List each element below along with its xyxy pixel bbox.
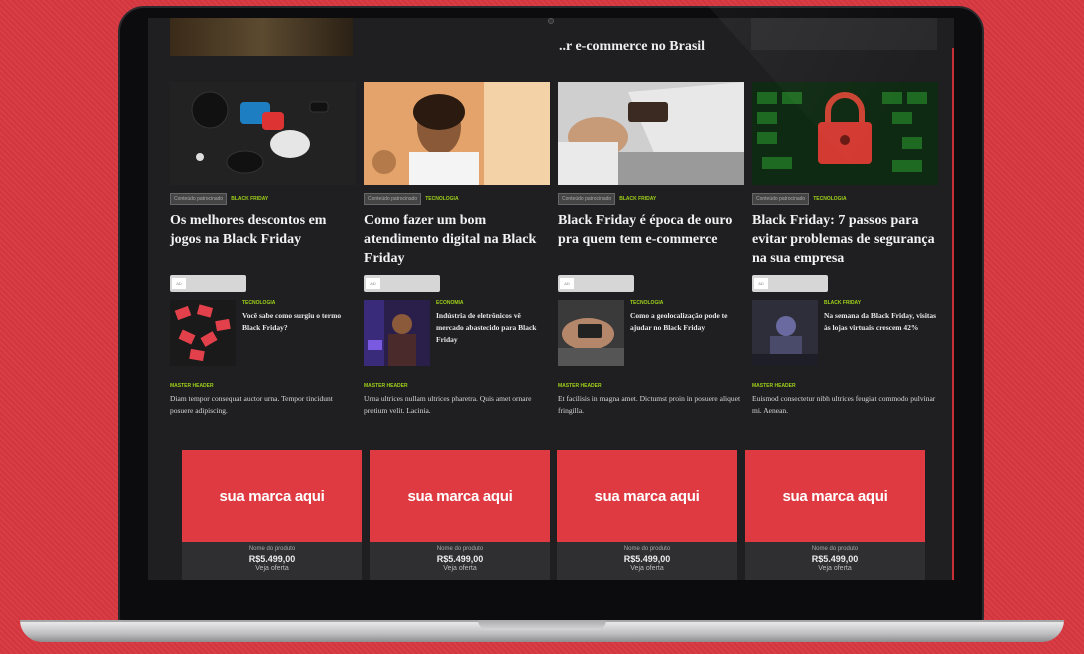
product-info[interactable]: Nome do produto R$5.499,00 Veja oferta: [745, 542, 925, 580]
article-thumbnail[interactable]: [752, 82, 938, 185]
text-item-body[interactable]: Euismod consectetur nibh ultrices feugia…: [752, 393, 938, 417]
list-item-title[interactable]: Como a geolocalização pode te ajudar no …: [630, 310, 744, 334]
article-card[interactable]: Conteúdo patrocinado BLACK FRIDAY Black …: [558, 82, 744, 292]
product-name: Nome do produto: [623, 546, 671, 552]
product-price: R$5.499,00: [436, 554, 484, 564]
brand-banner[interactable]: sua marca aqui: [370, 450, 550, 542]
ad-pill: AD: [364, 275, 440, 292]
text-item[interactable]: MASTER HEADER Et facilisis in magna amet…: [558, 383, 744, 417]
category-tag[interactable]: BLACK FRIDAY: [231, 196, 268, 202]
ad-pill-label: AD: [754, 278, 768, 289]
product-info[interactable]: Nome do produto R$5.499,00 Veja oferta: [182, 542, 362, 580]
text-item[interactable]: MASTER HEADER Euismod consectetur nibh u…: [752, 383, 938, 417]
product-name: Nome do produto: [248, 546, 296, 552]
list-item-thumbnail[interactable]: [752, 300, 818, 366]
list-item-title[interactable]: Indústria de eletrônicos vê mercado abas…: [436, 310, 550, 346]
list-item[interactable]: TECNOLOGIA Você sabe como surgiu o termo…: [170, 300, 356, 368]
product-price: R$5.499,00: [623, 554, 671, 564]
category-tag[interactable]: TECNOLOGIA: [425, 196, 458, 202]
article-card[interactable]: Conteúdo patrocinado TECNOLOGIA Black Fr…: [752, 82, 938, 292]
offer-link[interactable]: Veja oferta: [557, 565, 737, 572]
ad-pill: AD: [752, 275, 828, 292]
brand-banner[interactable]: sua marca aqui: [557, 450, 737, 542]
list-item-category[interactable]: ECONOMIA: [436, 300, 464, 306]
list-item-category[interactable]: BLACK FRIDAY: [824, 300, 861, 306]
top-article-image[interactable]: [170, 18, 353, 56]
offer-link[interactable]: Veja oferta: [370, 565, 550, 572]
sponsored-tag: Conteúdo patrocinado: [752, 193, 810, 205]
article-title[interactable]: Black Friday é época de ouro pra quem te…: [558, 211, 744, 271]
category-tag[interactable]: BLACK FRIDAY: [619, 196, 656, 202]
text-item-body[interactable]: Urna ultrices nullam ultrices pharetra. …: [364, 393, 550, 417]
list-item-thumbnail[interactable]: [558, 300, 624, 366]
text-item-body[interactable]: Diam tempor consequat auctor urna. Tempo…: [170, 393, 356, 417]
article-thumbnail[interactable]: [170, 82, 356, 185]
list-item[interactable]: BLACK FRIDAY Na semana da Black Friday, …: [752, 300, 938, 368]
list-item[interactable]: TECNOLOGIA Como a geolocalização pode te…: [558, 300, 744, 368]
screen-edge-line: [952, 48, 954, 580]
laptop-notch: [478, 620, 606, 630]
text-item-category[interactable]: MASTER HEADER: [170, 383, 356, 389]
camera-icon: [548, 18, 554, 24]
list-item-title[interactable]: Na semana da Black Friday, visitas às lo…: [824, 310, 938, 334]
ad-pill: AD: [170, 275, 246, 292]
article-title[interactable]: Como fazer um bom atendimento digital na…: [364, 211, 550, 271]
sponsored-tag: Conteúdo patrocinado: [170, 193, 228, 205]
category-tag[interactable]: TECNOLOGIA: [813, 196, 846, 202]
ad-pill-label: AD: [172, 278, 186, 289]
brand-banner[interactable]: sua marca aqui: [745, 450, 925, 542]
offer-link[interactable]: Veja oferta: [182, 565, 362, 572]
list-item-title[interactable]: Você sabe como surgiu o termo Black Frid…: [242, 310, 356, 334]
sponsored-tag: Conteúdo patrocinado: [364, 193, 422, 205]
product-name: Nome do produto: [436, 546, 484, 552]
sponsored-tag: Conteúdo patrocinado: [558, 193, 616, 205]
offer-link[interactable]: Veja oferta: [745, 565, 925, 572]
text-item[interactable]: MASTER HEADER Diam tempor consequat auct…: [170, 383, 356, 417]
ad-pill-label: AD: [560, 278, 574, 289]
list-item-category[interactable]: TECNOLOGIA: [242, 300, 275, 306]
product-name: Nome do produto: [811, 546, 859, 552]
ad-pill-label: AD: [366, 278, 380, 289]
product-price: R$5.499,00: [811, 554, 859, 564]
laptop-screen: ..r e-commerce no Brasil Conteúdo patroc…: [148, 18, 954, 580]
article-thumbnail[interactable]: [558, 82, 744, 185]
list-item-category[interactable]: TECNOLOGIA: [630, 300, 663, 306]
article-title[interactable]: Os melhores descontos em jogos na Black …: [170, 211, 356, 271]
product-info[interactable]: Nome do produto R$5.499,00 Veja oferta: [557, 542, 737, 580]
article-card[interactable]: Conteúdo patrocinado TECNOLOGIA Como faz…: [364, 82, 550, 292]
top-article-title[interactable]: ..r e-commerce no Brasil: [559, 38, 749, 56]
product-info[interactable]: Nome do produto R$5.499,00 Veja oferta: [370, 542, 550, 580]
brand-banner[interactable]: sua marca aqui: [182, 450, 362, 542]
text-item-category[interactable]: MASTER HEADER: [364, 383, 550, 389]
article-title[interactable]: Black Friday: 7 passos para evitar probl…: [752, 211, 938, 271]
text-item[interactable]: MASTER HEADER Urna ultrices nullam ultri…: [364, 383, 550, 417]
text-item-category[interactable]: MASTER HEADER: [558, 383, 744, 389]
article-thumbnail[interactable]: [364, 82, 550, 185]
product-price: R$5.499,00: [248, 554, 296, 564]
text-item-body[interactable]: Et facilisis in magna amet. Dictumst pro…: [558, 393, 744, 417]
list-item[interactable]: ECONOMIA Indústria de eletrônicos vê mer…: [364, 300, 550, 368]
list-item-thumbnail[interactable]: [364, 300, 430, 366]
text-item-category[interactable]: MASTER HEADER: [752, 383, 938, 389]
list-item-thumbnail[interactable]: [170, 300, 236, 366]
top-article-box[interactable]: [751, 18, 937, 50]
ad-pill: AD: [558, 275, 634, 292]
article-card[interactable]: Conteúdo patrocinado BLACK FRIDAY Os mel…: [170, 82, 356, 292]
